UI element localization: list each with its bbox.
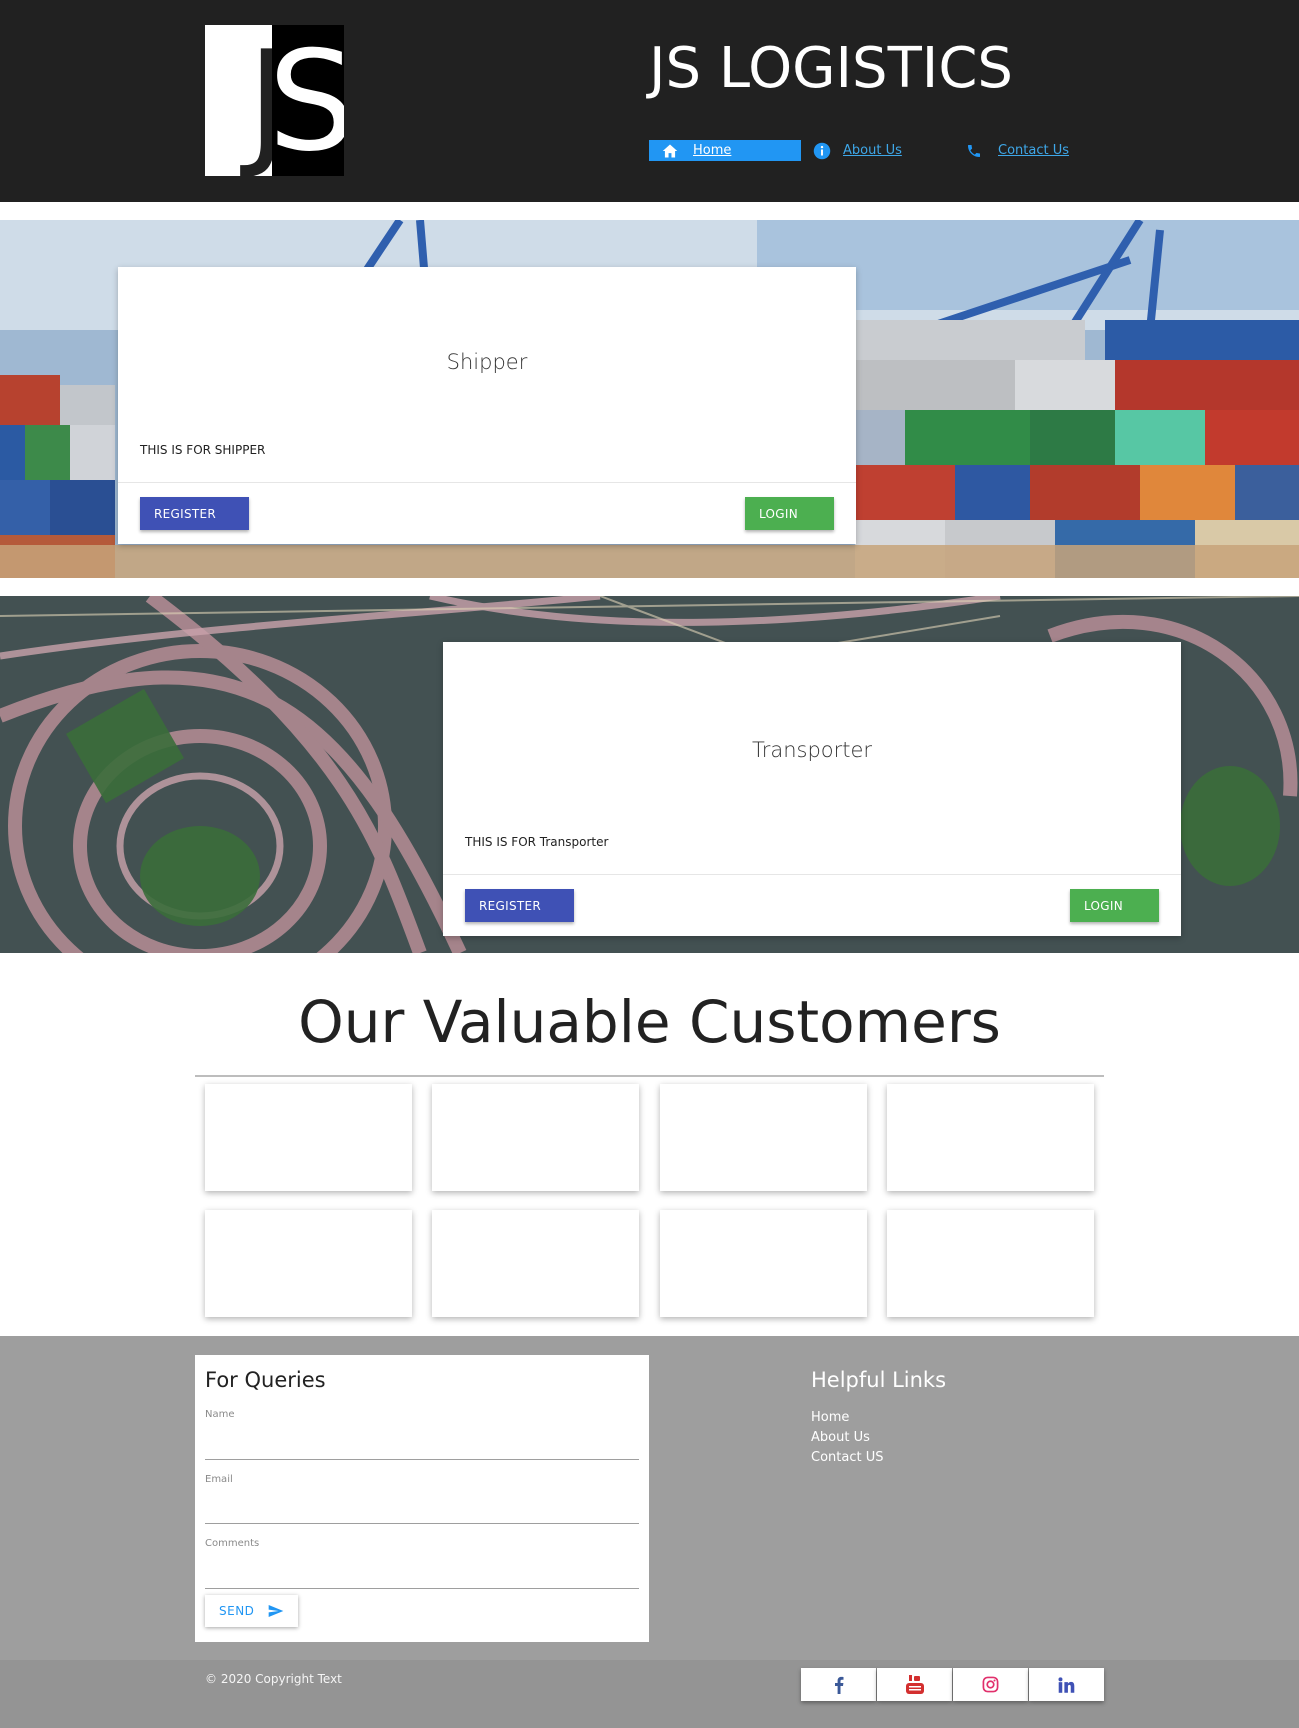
card-divider [443, 874, 1181, 875]
send-label: SEND [219, 1604, 255, 1618]
customer-tile[interactable] [205, 1084, 412, 1191]
query-form: For Queries Name Email Comments SEND [195, 1355, 649, 1642]
card-divider [118, 482, 856, 483]
card-title: Shipper [446, 350, 528, 374]
linkedin-button[interactable] [1029, 1668, 1104, 1701]
instagram-icon [982, 1676, 999, 1693]
linkedin-icon [1058, 1676, 1075, 1693]
customer-tile[interactable] [432, 1084, 639, 1191]
facebook-button[interactable] [801, 1668, 876, 1701]
customer-tile[interactable] [660, 1084, 867, 1191]
helpful-links-heading: Helpful Links [811, 1368, 947, 1392]
query-form-title: For Queries [205, 1368, 326, 1392]
transporter-card: Transporter THIS IS FOR Transporter REGI… [443, 642, 1181, 936]
customer-tile[interactable] [887, 1084, 1094, 1191]
transporter-login-button[interactable]: LOGIN [1070, 889, 1159, 922]
facebook-icon [834, 1676, 843, 1694]
customer-tile[interactable] [432, 1210, 639, 1317]
youtube-icon [905, 1674, 924, 1694]
footer-link-about[interactable]: About Us [811, 1430, 870, 1445]
logo[interactable]: J S [205, 25, 344, 176]
comments-field-label: Comments [205, 1538, 260, 1549]
transporter-register-button[interactable]: REGISTER [465, 889, 574, 922]
transporter-section: Transporter THIS IS FOR Transporter REGI… [0, 596, 1299, 953]
main-nav: Home About Us Contact Us [649, 140, 1069, 161]
email-field-label: Email [205, 1474, 233, 1485]
customer-tile[interactable] [205, 1210, 412, 1317]
logo-letter-s: S [272, 25, 344, 177]
footer-link-contact[interactable]: Contact US [811, 1450, 883, 1465]
send-icon [269, 1605, 284, 1617]
home-icon [662, 143, 678, 158]
customers-heading: Our Valuable Customers [298, 988, 1001, 1056]
nav-link-about[interactable]: About Us [843, 143, 902, 158]
phone-icon [968, 144, 980, 157]
nav-link-contact[interactable]: Contact Us [998, 143, 1069, 158]
customer-tile[interactable] [887, 1210, 1094, 1317]
site-header: J S JS LOGISTICS Home About Us Contact U… [0, 0, 1299, 202]
name-field[interactable] [205, 1459, 639, 1460]
shipper-section: Shipper THIS IS FOR SHIPPER REGISTER LOG… [0, 220, 1299, 578]
nav-item-about[interactable]: About Us [801, 140, 952, 161]
comments-field[interactable] [205, 1588, 639, 1589]
info-icon [813, 142, 831, 159]
shipper-register-button[interactable]: REGISTER [140, 497, 249, 530]
youtube-button[interactable] [877, 1668, 952, 1701]
customers-divider [195, 1075, 1104, 1077]
shipper-login-button[interactable]: LOGIN [745, 497, 834, 530]
nav-item-home[interactable]: Home [649, 140, 801, 161]
send-button[interactable]: SEND [205, 1595, 298, 1627]
footer-link-home[interactable]: Home [811, 1410, 849, 1425]
customer-tile[interactable] [660, 1210, 867, 1317]
footer-bottom-bar [0, 1660, 1299, 1728]
email-field[interactable] [205, 1523, 639, 1524]
card-description: THIS IS FOR Transporter [465, 835, 609, 849]
name-field-label: Name [205, 1409, 235, 1420]
nav-link-home[interactable]: Home [693, 143, 731, 158]
shipper-card: Shipper THIS IS FOR SHIPPER REGISTER LOG… [118, 267, 856, 544]
brand-title: JS LOGISTICS [649, 36, 1013, 101]
card-description: THIS IS FOR SHIPPER [140, 443, 266, 457]
copyright-text: © 2020 Copyright Text [205, 1672, 342, 1686]
instagram-button[interactable] [953, 1668, 1028, 1701]
nav-item-contact[interactable]: Contact Us [952, 140, 1069, 161]
logo-letter-j: J [247, 25, 272, 177]
card-title: Transporter [751, 738, 873, 762]
